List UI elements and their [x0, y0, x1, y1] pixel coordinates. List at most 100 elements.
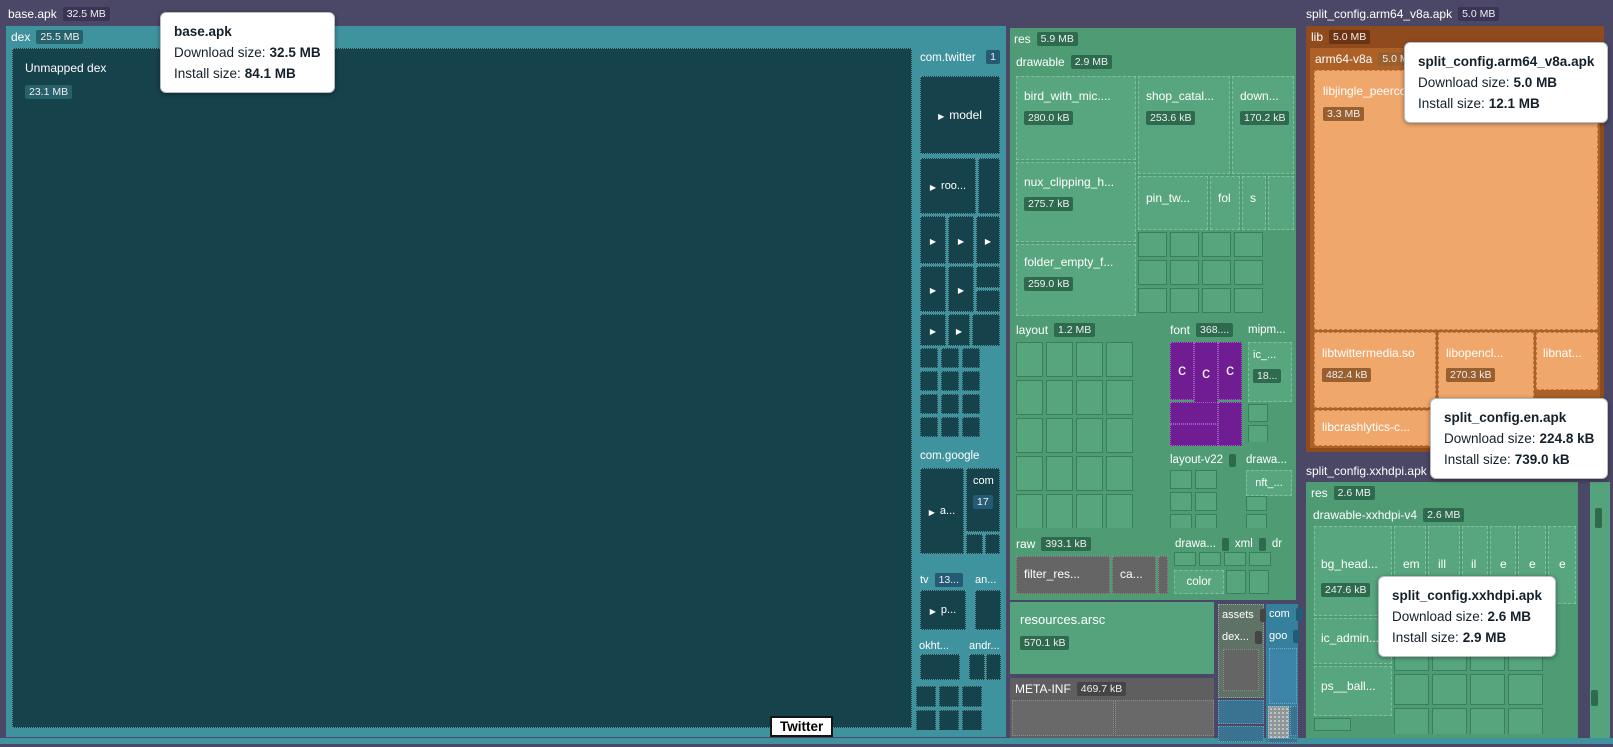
section-res-en[interactable]: [1590, 482, 1610, 738]
treemap-cell[interactable]: [1016, 380, 1043, 415]
cell-p[interactable]: p...: [920, 590, 966, 630]
treemap-cell[interactable]: [920, 371, 938, 391]
treemap-cell[interactable]: [1248, 425, 1268, 442]
treemap-cell[interactable]: [916, 686, 936, 707]
treemap-cell[interactable]: [1432, 674, 1467, 705]
cell-libtwittermedia[interactable]: libtwittermedia.so 482.4 kB: [1314, 332, 1436, 408]
treemap-cell[interactable]: [948, 314, 970, 346]
treemap-cell[interactable]: [962, 686, 982, 707]
treemap-cell[interactable]: [1223, 649, 1259, 691]
treemap-cell[interactable]: [1046, 418, 1073, 453]
treemap-cell[interactable]: [1106, 380, 1133, 415]
treemap-cell[interactable]: [941, 394, 959, 414]
font-cell[interactable]: c: [1218, 342, 1242, 400]
treemap-cell[interactable]: [1046, 494, 1073, 528]
font-cell[interactable]: [1170, 402, 1218, 424]
treemap-cell[interactable]: [1202, 260, 1231, 285]
panel-base-apk[interactable]: base.apk 32.5 MB dex 25.5 MB Unmapped de…: [4, 4, 1298, 744]
section-dex[interactable]: dex 25.5 MB Unmapped dex 23.1 MB com.twi…: [6, 26, 1006, 737]
treemap-cell[interactable]: [1158, 556, 1168, 594]
treemap-cell[interactable]: [1106, 342, 1133, 377]
treemap-cell[interactable]: [1195, 470, 1217, 489]
treemap-cell[interactable]: [986, 654, 1001, 680]
treemap-cell[interactable]: [941, 417, 959, 437]
treemap-cell[interactable]: [985, 534, 1000, 554]
treemap-cell[interactable]: [969, 654, 985, 680]
cell-bird-with-mic[interactable]: bird_with_mic.... 280.0 kB: [1016, 76, 1136, 160]
cell-color[interactable]: color: [1174, 570, 1224, 594]
cell-a[interactable]: a...: [920, 468, 964, 554]
treemap-cell[interactable]: [1508, 708, 1543, 734]
cell-libcrashlytics[interactable]: libcrashlytics-c...: [1314, 410, 1438, 446]
treemap-cell[interactable]: [1016, 418, 1043, 453]
treemap-cell[interactable]: [976, 266, 1000, 288]
treemap-cell[interactable]: [1170, 492, 1192, 511]
treemap-cell[interactable]: [1234, 232, 1263, 257]
cell-nft[interactable]: nft_...: [1246, 470, 1292, 496]
section-assets[interactable]: assets dex...: [1218, 604, 1264, 698]
section-okht[interactable]: okht...: [916, 636, 962, 682]
treemap-cell[interactable]: [1290, 706, 1298, 736]
treemap-cell[interactable]: [1138, 288, 1167, 313]
cell-ca[interactable]: ca...: [1112, 556, 1156, 594]
treemap-cell[interactable]: [939, 710, 959, 730]
treemap-cell[interactable]: [1170, 470, 1192, 489]
treemap-cell[interactable]: [1202, 232, 1231, 257]
treemap-cell[interactable]: [1248, 404, 1268, 422]
treemap-cell[interactable]: [1170, 288, 1199, 313]
cell-ps-ball[interactable]: ps__ball...: [1314, 666, 1392, 716]
cell-roo[interactable]: roo...: [920, 158, 976, 214]
section-font[interactable]: font 368.... c c c: [1168, 320, 1242, 446]
font-cell[interactable]: [1218, 402, 1242, 446]
treemap-cell[interactable]: [1224, 552, 1246, 566]
section-com-google[interactable]: com.google a... com 17: [916, 446, 1002, 566]
treemap-cell[interactable]: [1432, 708, 1467, 734]
treemap-cell[interactable]: [976, 290, 1000, 312]
treemap-cell[interactable]: [920, 216, 946, 264]
treemap-cell[interactable]: [1076, 342, 1103, 377]
cell-unmapped-dex[interactable]: Unmapped dex 23.1 MB: [12, 48, 912, 728]
treemap-cell[interactable]: [962, 348, 980, 368]
treemap-cell[interactable]: [941, 348, 959, 368]
cell-filter-res[interactable]: filter_res...: [1016, 556, 1110, 594]
section-meta-inf[interactable]: META-INF 469.7 kB: [1010, 678, 1214, 738]
treemap-cell[interactable]: [1246, 496, 1267, 511]
treemap-cell[interactable]: [1394, 708, 1429, 734]
cell-libopencl[interactable]: libopencl... 270.3 kB: [1438, 332, 1534, 408]
cell-model[interactable]: model: [920, 76, 1000, 154]
section-com-twitter[interactable]: com.twitter 1 model roo...: [916, 48, 1002, 442]
section-an[interactable]: an...: [972, 570, 1002, 632]
treemap-cell[interactable]: [916, 710, 936, 730]
section-drawable-v3[interactable]: drawa... xml dr color: [1172, 534, 1292, 596]
treemap-cell[interactable]: [1106, 456, 1133, 491]
treemap-cell[interactable]: [1268, 706, 1289, 738]
treemap-cell[interactable]: [1016, 342, 1043, 377]
section-res[interactable]: res 5.9 MB drawable 2.9 MB bird_with_mic…: [1010, 28, 1296, 600]
treemap-cell[interactable]: [1470, 674, 1505, 705]
treemap-cell[interactable]: [1106, 494, 1133, 528]
treemap-cell[interactable]: [1195, 492, 1217, 511]
treemap-cell[interactable]: [1076, 456, 1103, 491]
treemap-cell[interactable]: [1170, 260, 1199, 285]
treemap-cell[interactable]: [1174, 552, 1196, 566]
font-cell[interactable]: c: [1194, 342, 1218, 406]
treemap-cell[interactable]: [1314, 718, 1351, 731]
treemap-cell[interactable]: [920, 394, 938, 414]
cell-nux-clipping[interactable]: nux_clipping_h... 275.7 kB: [1016, 162, 1136, 242]
section-mipmap[interactable]: mipm... ic_... 18...: [1246, 320, 1292, 446]
treemap-cell[interactable]: [972, 314, 1000, 346]
treemap-cell[interactable]: [978, 158, 1000, 214]
treemap-cell[interactable]: [920, 417, 938, 437]
treemap-cell[interactable]: [1016, 456, 1043, 491]
treemap-cell[interactable]: [920, 266, 946, 312]
treemap-cell[interactable]: [920, 314, 946, 346]
treemap-cell[interactable]: [939, 686, 959, 707]
font-cell[interactable]: [1170, 424, 1218, 446]
cell-com[interactable]: com 17: [966, 468, 1000, 532]
treemap-cell[interactable]: [1246, 514, 1267, 528]
treemap-cell[interactable]: [1202, 288, 1231, 313]
treemap-cell[interactable]: [1268, 176, 1294, 230]
cell-pin-tw[interactable]: pin_tw...: [1138, 176, 1208, 230]
section-com[interactable]: com goo: [1266, 604, 1298, 742]
treemap-cell[interactable]: [1046, 380, 1073, 415]
